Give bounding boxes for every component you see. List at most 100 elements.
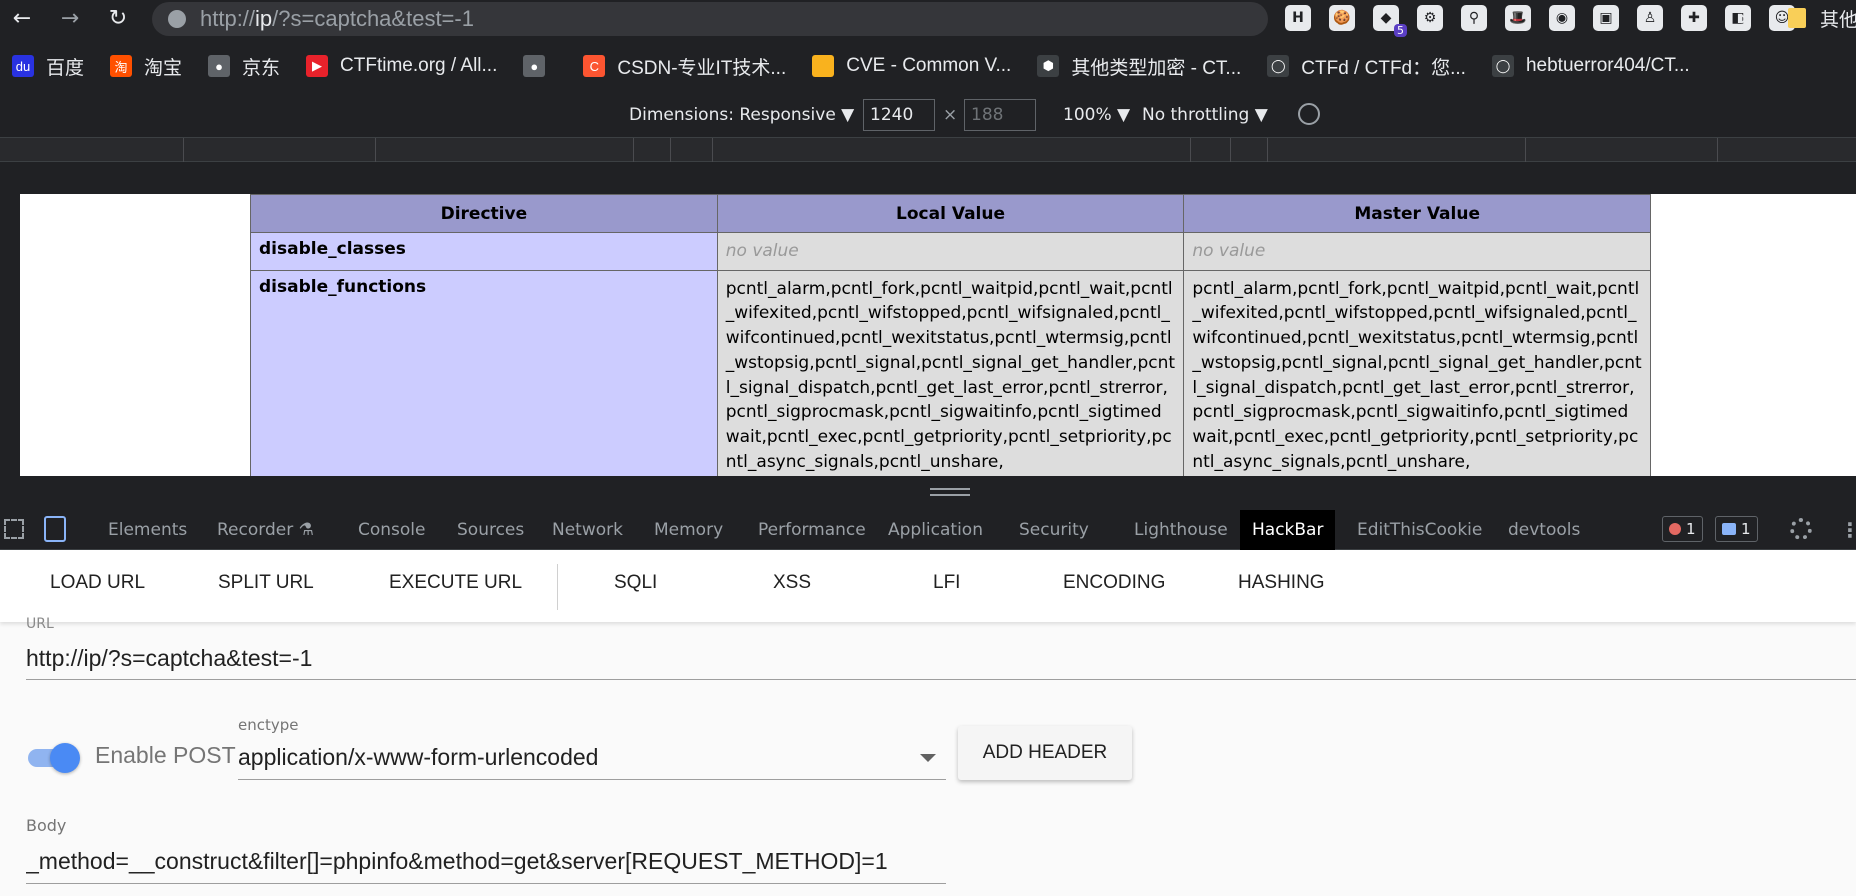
forward-arrow-icon[interactable]: → [52, 0, 88, 36]
zoom-dropdown[interactable]: 100% ▼ [1063, 105, 1130, 125]
puzzle-icon[interactable]: ✚ [1681, 5, 1707, 31]
tab-elements[interactable]: Elements [96, 510, 199, 550]
bookmark-item[interactable]: du 百度 [12, 53, 84, 80]
table-row: disable_classes no value no value [250, 232, 1651, 271]
bookmark-item[interactable]: ⬢ 其他类型加密 - CT... [1037, 53, 1241, 80]
tab-network[interactable]: Network [540, 510, 635, 550]
sqli-button[interactable]: SQLI [614, 572, 657, 594]
viewport-width-input[interactable]: 1240 [863, 99, 935, 131]
directive-name: disable_classes [250, 232, 718, 271]
page-viewport: Directive Local Value Master Value disab… [20, 194, 1856, 476]
inspect-element-icon[interactable] [4, 519, 24, 539]
settings-gear-icon[interactable] [1790, 518, 1812, 540]
tab-memory[interactable]: Memory [642, 510, 735, 550]
bookmark-label: CTFtime.org / All... [340, 55, 498, 76]
tab-console[interactable]: Console [346, 510, 438, 550]
throttling-dropdown[interactable]: No throttling ▼ [1142, 105, 1268, 125]
add-header-button[interactable]: ADD HEADER [958, 726, 1132, 780]
bookmark-label: 京东 [242, 57, 281, 79]
bookmark-item[interactable]: CVE - Common V... [812, 55, 1011, 77]
dimensions-dropdown[interactable]: Dimensions: Responsive ▼ [629, 105, 854, 125]
ruler-tick [1267, 138, 1268, 162]
circle-ext-icon[interactable]: ◉ [1549, 5, 1575, 31]
viewport-height-input[interactable]: 188 [964, 99, 1036, 131]
bookmark-favicon-icon: du [12, 55, 34, 77]
error-icon [1669, 523, 1681, 535]
phpinfo-table: Directive Local Value Master Value disab… [250, 194, 1651, 476]
device-toggle-icon[interactable] [44, 516, 66, 542]
image-ext-icon[interactable]: ▣ [1593, 5, 1619, 31]
xss-button[interactable]: XSS [773, 572, 811, 594]
tab-performance[interactable]: Performance [746, 510, 878, 550]
tab-sources[interactable]: Sources [445, 510, 536, 550]
toggle-thumb[interactable] [50, 743, 80, 773]
address-bar[interactable]: http://ip/?s=captcha&test=-1 [152, 2, 1268, 36]
ruler-tick [1190, 138, 1191, 162]
toolbar-divider [557, 564, 558, 610]
reload-icon[interactable]: ↻ [100, 0, 136, 36]
tab-recorder[interactable]: Recorder ⚗ [205, 510, 326, 550]
tab-application[interactable]: Application [876, 510, 995, 550]
local-value: no value [716, 232, 1185, 271]
body-input[interactable]: _method=__construct&filter[]=phpinfo&met… [26, 840, 946, 884]
media-query-ruler[interactable] [0, 138, 1856, 162]
enable-post-toggle[interactable] [28, 742, 80, 773]
ruler-tick [1230, 138, 1231, 162]
tab-editthiscookie[interactable]: EditThisCookie [1345, 510, 1494, 550]
url-input[interactable]: http://ip/?s=captcha&test=-1 [26, 638, 1856, 680]
bookmarks-more-chevron[interactable]: » [1740, 0, 1752, 36]
load-url-button[interactable]: LOAD URL [50, 572, 145, 594]
tab-security[interactable]: Security [1007, 510, 1101, 550]
lfi-button[interactable]: LFI [933, 572, 960, 594]
bookmark-favicon-icon: ● [208, 55, 231, 77]
cookie-ext-icon[interactable]: 🍪 [1329, 5, 1355, 31]
dropdown-caret-icon[interactable] [920, 754, 936, 762]
purple-ext-icon[interactable]: ◆ 5 [1373, 5, 1407, 37]
bookmark-item[interactable]: C CSDN-专业IT技术... [583, 53, 786, 80]
bookmark-item[interactable]: ◯ CTFd / CTFd：您... [1267, 53, 1466, 80]
master-value: pcntl_alarm,pcntl_fork,pcntl_waitpid,pcn… [1183, 269, 1651, 476]
url-label: URL [26, 616, 54, 632]
folder-icon [1788, 8, 1806, 28]
bookmark-label: 淘宝 [144, 57, 183, 79]
enctype-select[interactable]: application/x-www-form-urlencoded [238, 736, 946, 780]
tab-hackbar[interactable]: HackBar [1240, 510, 1336, 550]
bookmark-favicon-icon: 淘 [110, 55, 133, 77]
gear-ext-icon[interactable]: ⚙ [1417, 5, 1443, 31]
back-arrow-icon[interactable]: ← [4, 0, 40, 36]
execute-url-button[interactable]: EXECUTE URL [389, 572, 522, 594]
ruler-tick [375, 138, 376, 162]
message-icon [1722, 523, 1736, 535]
bookmark-item[interactable]: ● 京东 [208, 53, 280, 80]
hashing-button[interactable]: HASHING [1238, 572, 1325, 594]
enctype-label: enctype [238, 716, 299, 734]
more-options-icon[interactable]: ⋮ [1840, 518, 1856, 542]
error-count-badge[interactable]: 1 [1662, 516, 1703, 542]
master-value: no value [1183, 232, 1651, 271]
bookmark-item[interactable]: ◯ hebtuerror404/CT... [1491, 55, 1690, 77]
figure-ext-icon[interactable]: ♙ [1637, 5, 1663, 31]
rotate-icon[interactable] [1298, 103, 1320, 125]
pin-ext-icon[interactable]: ⚲ [1461, 5, 1487, 31]
message-count-badge[interactable]: 1 [1715, 516, 1758, 542]
extension-badge: 5 [1394, 24, 1407, 37]
hackbar-ext-icon[interactable]: H [1285, 5, 1311, 31]
bookmark-item[interactable]: ● [523, 55, 557, 77]
bookmark-favicon-icon [812, 55, 835, 77]
grip-icon[interactable] [930, 488, 970, 496]
bookmark-item[interactable]: ▶ CTFtime.org / All... [306, 55, 497, 77]
address-url[interactable]: http://ip/?s=captcha&test=-1 [200, 6, 474, 32]
devtools-resize-handle[interactable] [0, 476, 1856, 510]
tab-lighthouse[interactable]: Lighthouse [1122, 510, 1240, 550]
bookmark-label: CSDN-专业IT技术... [617, 57, 787, 79]
bookmark-label: CTFd / CTFd：您... [1301, 57, 1466, 79]
bookmark-item[interactable]: 淘淘宝 [110, 53, 182, 80]
ruler-tick [670, 138, 671, 162]
other-bookmarks-folder[interactable]: 其他 [1788, 0, 1856, 36]
encoding-button[interactable]: ENCODING [1063, 572, 1165, 594]
hat-ext-icon[interactable]: 🎩 [1505, 5, 1531, 31]
ruler-tick [633, 138, 634, 162]
bookmark-favicon-icon: ◯ [1491, 55, 1514, 77]
tab-devtools[interactable]: devtools [1496, 510, 1592, 550]
split-url-button[interactable]: SPLIT URL [218, 572, 314, 594]
